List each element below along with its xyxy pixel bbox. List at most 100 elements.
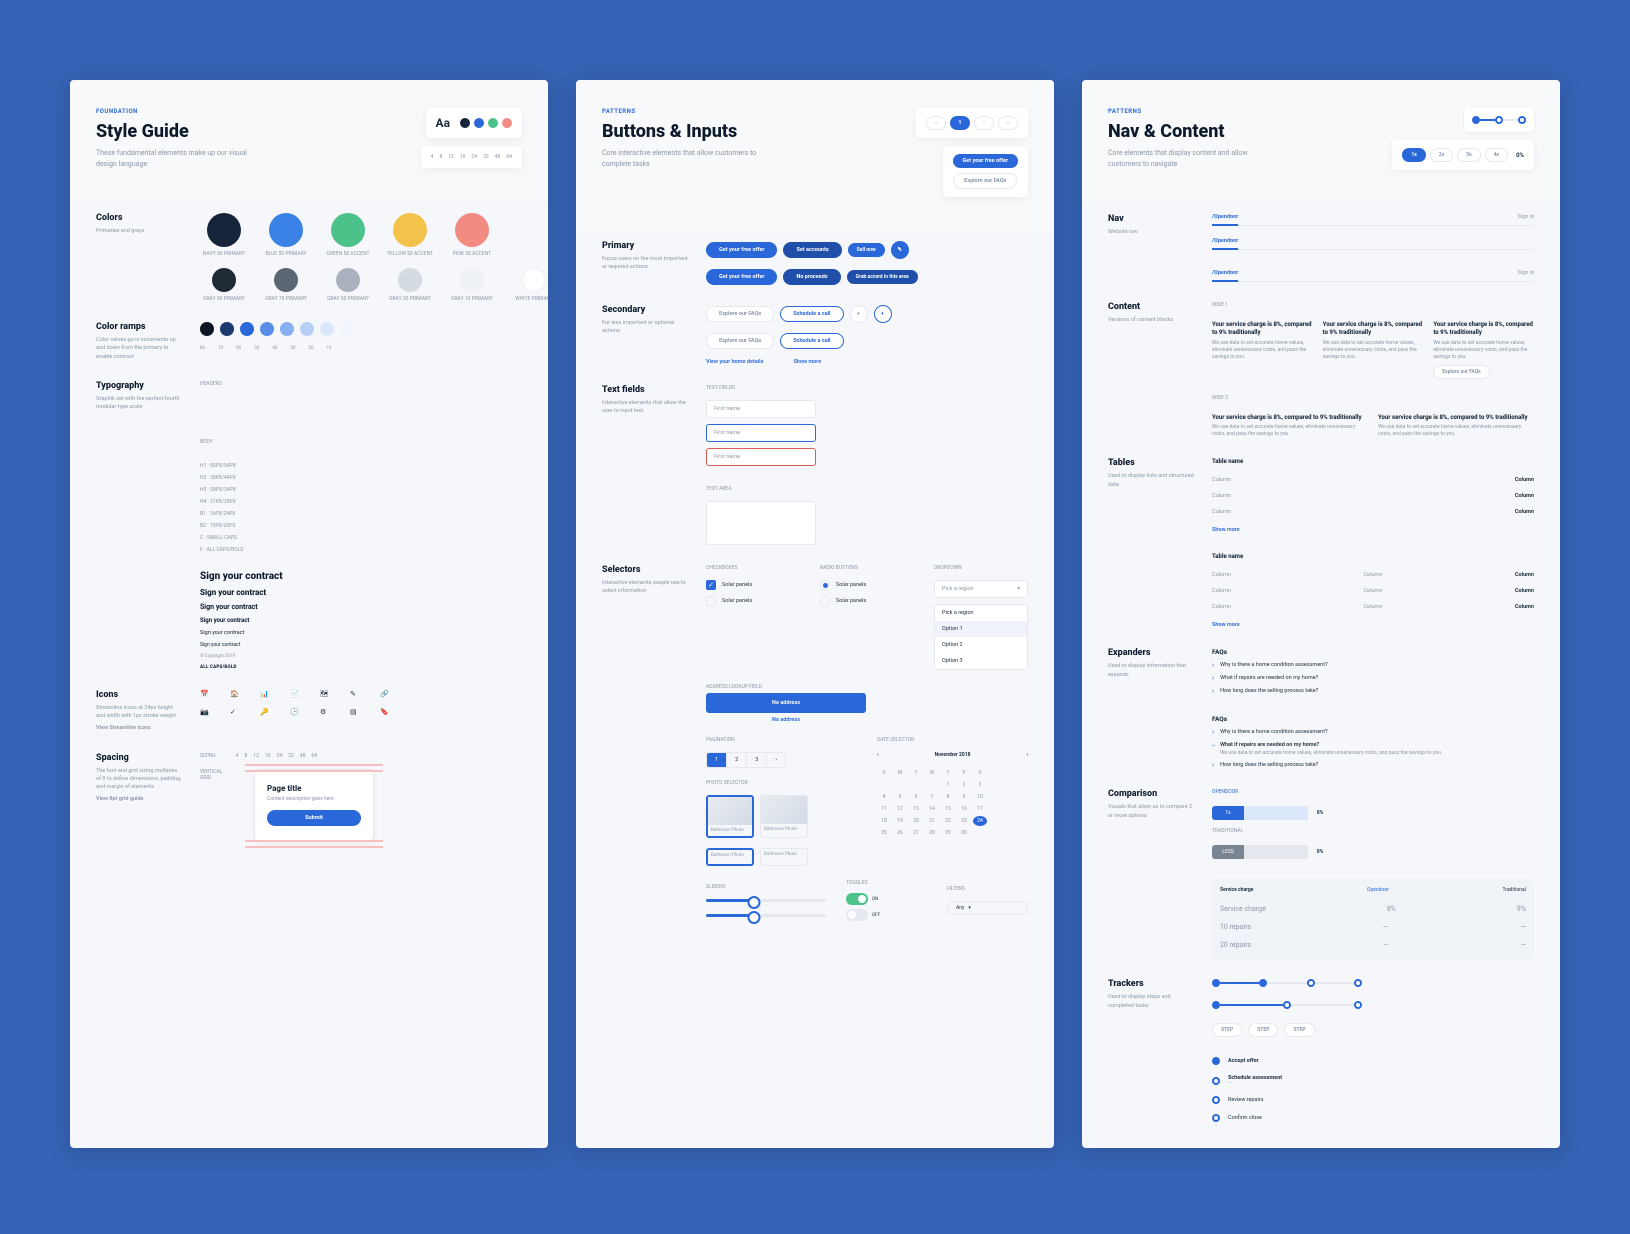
next-page[interactable]: › (767, 753, 785, 767)
cta-preview[interactable]: Get your free offer (953, 154, 1018, 168)
dropdown[interactable]: Pick a region▾ (934, 580, 1028, 598)
page-1[interactable]: 1 (707, 753, 727, 767)
text-link[interactable]: Show more (793, 359, 821, 365)
checkbox[interactable]: Solar panels (706, 596, 800, 606)
section-tables: Tables Used to display lists and structu… (1108, 458, 1534, 628)
ramp-row (200, 322, 522, 336)
primary-button[interactable]: Get your free offer (706, 269, 777, 285)
toggle-off[interactable] (846, 909, 868, 921)
section-title: Spacing (96, 753, 182, 763)
eyebrow: PATTERNS (602, 108, 762, 115)
spacing-page-example: Page title Content description goes here… (254, 769, 374, 841)
radio[interactable]: Solar panels (820, 580, 914, 590)
nav-bar: /Opendoor (1212, 238, 1534, 250)
page-3[interactable]: 3 (747, 753, 767, 767)
primary-button[interactable]: Grab accent in this area (847, 270, 918, 284)
cta-secondary-preview[interactable]: Explore our FAQs (953, 173, 1017, 189)
address-link[interactable]: No address (706, 717, 866, 723)
design-system-overview: FOUNDATION Style Guide These fundamental… (30, 30, 1600, 1198)
prev-icon[interactable]: ‹ (926, 116, 946, 130)
page-1[interactable]: 1 (950, 116, 970, 130)
layers-icon: ▤ (350, 708, 366, 716)
nav-bar: /Opendoor Sign in (1212, 270, 1534, 282)
secondary-icon-button[interactable]: + (850, 305, 868, 323)
cal-next-icon[interactable]: › (1026, 752, 1028, 758)
checkbox[interactable]: ✓Solar panels (706, 580, 800, 590)
toggle-on[interactable] (846, 893, 868, 905)
faq-item-expanded[interactable]: ›What if repairs are needed on my home?W… (1212, 742, 1534, 756)
photo-thumbnail[interactable]: Bathroom Photo (706, 795, 754, 838)
cal-prev-icon[interactable]: ‹ (877, 752, 879, 758)
brand-logo[interactable]: /Opendoor (1212, 214, 1238, 226)
section-title: Typography (96, 381, 182, 391)
faq-item[interactable]: ›Why is there a home condition assessmen… (1212, 662, 1534, 669)
photo-thumbnail[interactable]: Bathroom Photo (760, 795, 808, 838)
text-link[interactable]: View your home details (706, 359, 763, 365)
primary-button[interactable]: Set accounts (783, 242, 841, 258)
text-input-error[interactable]: First name (706, 448, 816, 466)
secondary-button[interactable]: Explore our FAQs (706, 306, 774, 322)
slider[interactable] (706, 899, 826, 902)
swatch: GRAY 50 PRIMARY (324, 268, 372, 303)
swatch: PINK 50 ACCENT (448, 213, 496, 258)
page-2[interactable]: · (974, 116, 994, 130)
chevron-right-icon: › (1212, 762, 1214, 769)
next-icon[interactable]: › (998, 116, 1018, 130)
address-button[interactable]: No address (706, 693, 866, 713)
content-cta[interactable]: Explore our FAQs (1433, 365, 1489, 379)
brand-logo[interactable]: /Opendoor (1212, 238, 1238, 250)
slider[interactable] (706, 914, 826, 917)
primary-button[interactable]: Get your free offer (706, 242, 777, 258)
secondary-button[interactable]: Schedule a call (780, 333, 843, 349)
faq-item[interactable]: ›How long does the selling process take? (1212, 688, 1534, 695)
page-subtitle: These fundamental elements make up our v… (96, 148, 256, 169)
table-row: ColumnColumnColumn (1212, 586, 1534, 596)
text-input[interactable]: First name (706, 400, 816, 418)
secondary-button[interactable]: Explore our FAQs (706, 333, 774, 349)
photo-thumbnail[interactable]: Bathroom Photo (706, 848, 754, 866)
pagination: 1 2 3 › (706, 752, 786, 768)
swatch: GRAY 10 PRIMARY (448, 268, 496, 303)
show-more-link[interactable]: Show more (1212, 527, 1534, 533)
primary-icon-button[interactable]: ✎ (891, 241, 909, 259)
panel-title-block: PATTERNS Buttons & Inputs Core interacti… (602, 108, 762, 169)
comparison-card: Service charge Opendoor Traditional Serv… (1212, 879, 1534, 959)
spacing-link[interactable]: View 8pt grid guide (96, 795, 182, 803)
typography-preview-card: Aa (426, 108, 522, 138)
submit-button[interactable]: Submit (267, 810, 361, 826)
faq-item[interactable]: ›How long does the selling process take? (1212, 762, 1534, 769)
section-title: Color ramps (96, 322, 182, 332)
page-2[interactable]: 2 (727, 753, 747, 767)
secondary-icon-button[interactable]: + (874, 305, 892, 323)
textarea[interactable] (706, 501, 816, 545)
secondary-button[interactable]: Schedule a call (780, 306, 843, 322)
primary-button[interactable]: No proceeds (783, 269, 840, 285)
ramp-step (260, 322, 274, 336)
camera-icon: 📷 (200, 708, 216, 716)
primary-button-sm[interactable]: Sell now (848, 243, 885, 257)
cal-day-selected[interactable]: 24 (973, 816, 987, 826)
filter-chip[interactable]: Any▾ (947, 901, 1028, 915)
dot-green (488, 118, 498, 128)
nav-bar: /Opendoor Sign in (1212, 214, 1534, 226)
nav-link[interactable]: Sign in (1518, 214, 1534, 221)
radio[interactable]: Solar panels (820, 596, 914, 606)
sections: Colors Primaries and grays NAVY 80 PRIMA… (70, 203, 548, 867)
section-title: Icons (96, 690, 182, 700)
faq-item[interactable]: ›What if repairs are needed on my home? (1212, 675, 1534, 682)
panel-title-block: PATTERNS Nav & Content Core elements tha… (1108, 108, 1268, 169)
photo-thumbnail[interactable]: Bathroom Photo (760, 848, 808, 866)
chevron-down-icon: ▾ (1017, 586, 1020, 592)
edit-icon: ✎ (350, 690, 366, 698)
faq-item[interactable]: ›Why is there a home condition assessmen… (1212, 729, 1534, 736)
show-more-link[interactable]: Show more (1212, 622, 1534, 628)
header-widgets: ‹ 1 · › Get your free offer Explore our … (916, 108, 1028, 197)
nav-link[interactable]: Sign in (1518, 270, 1534, 277)
text-input-focused[interactable]: First name (706, 424, 816, 442)
check-icon: ✓ (230, 708, 246, 716)
icons-link[interactable]: View Streamline icons (96, 724, 182, 732)
aa-glyph: Aa (436, 116, 450, 130)
brand-logo[interactable]: /Opendoor (1212, 270, 1238, 282)
tracker-preview (1464, 108, 1534, 132)
eyebrow: PATTERNS (1108, 108, 1268, 115)
